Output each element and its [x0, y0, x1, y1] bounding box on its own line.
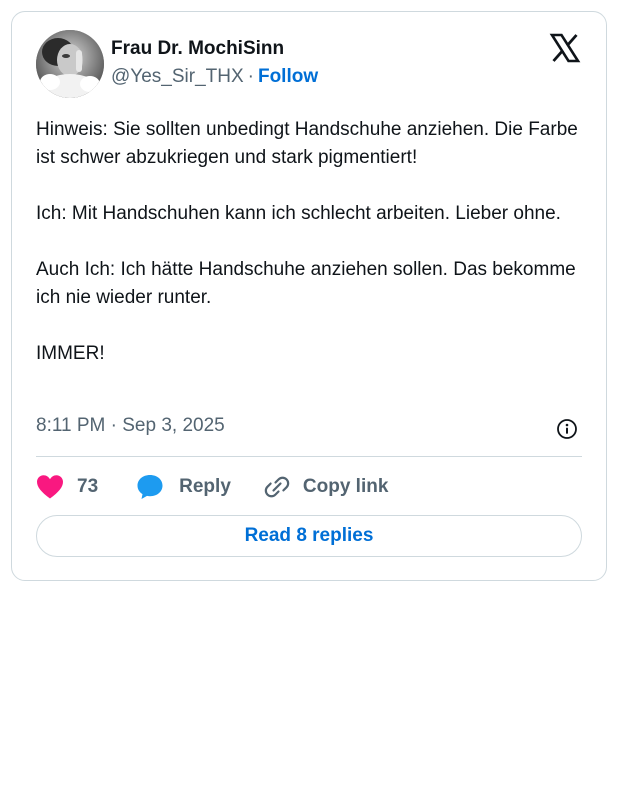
follow-button[interactable]: Follow — [258, 66, 318, 87]
info-icon[interactable] — [556, 418, 578, 440]
handle-row: @Yes_Sir_THX · Follow — [111, 66, 318, 88]
tweet-timestamp[interactable]: 8:11 PM · Sep 3, 2025 — [36, 415, 225, 437]
author-name[interactable]: Frau Dr. MochiSinn — [111, 38, 284, 60]
reply-label: Reply — [179, 476, 231, 497]
action-bar: 73 Reply Copy link — [36, 471, 388, 503]
like-count: 73 — [77, 476, 99, 497]
link-icon — [263, 473, 291, 501]
tweet-card: Frau Dr. MochiSinn @Yes_Sir_THX · Follow H… — [11, 11, 607, 581]
tweet-paragraph: Hinweis: Sie sollten unbedingt Handschuh… — [36, 119, 578, 168]
heart-icon — [36, 474, 64, 500]
reply-button[interactable]: Reply — [136, 473, 231, 501]
author-handle[interactable]: @Yes_Sir_THX — [111, 66, 244, 87]
avatar[interactable] — [36, 30, 104, 98]
tweet-text: Hinweis: Sie sollten unbedingt Handschuh… — [36, 116, 584, 396]
separator-dot: · — [247, 66, 254, 87]
copy-link-label: Copy link — [302, 476, 389, 497]
tweet-paragraph: Auch Ich: Ich hätte Handschuhe anziehen … — [36, 259, 576, 308]
read-replies-button[interactable]: Read 8 replies — [36, 515, 582, 557]
tweet-paragraph: IMMER! — [36, 343, 105, 364]
avatar-image — [36, 30, 104, 98]
like-button[interactable]: 73 — [36, 474, 98, 500]
x-logo-icon[interactable] — [549, 32, 581, 64]
speech-bubble-icon — [136, 473, 164, 501]
tweet-paragraph: Ich: Mit Handschuhen kann ich schlecht a… — [36, 203, 561, 224]
copy-link-button[interactable]: Copy link — [263, 473, 389, 501]
divider — [36, 456, 582, 457]
